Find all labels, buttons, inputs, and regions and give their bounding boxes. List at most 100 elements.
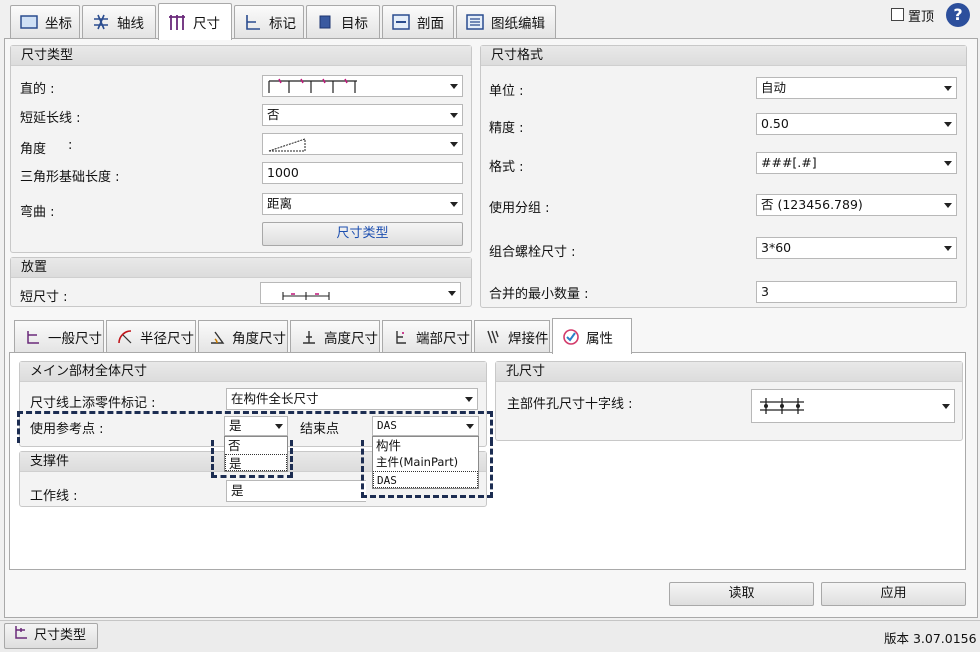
- subtab-weld[interactable]: 焊接件: [474, 320, 550, 352]
- chevron-down-icon: [448, 291, 456, 296]
- chevron-down-icon: [450, 84, 458, 89]
- unit-value: 自动: [761, 80, 787, 95]
- tab-dimension[interactable]: 尺寸: [158, 3, 232, 40]
- tab-label: 坐标: [45, 16, 72, 32]
- apply-button[interactable]: 应用: [821, 582, 966, 606]
- angle-colon: :: [68, 138, 73, 153]
- status-dim-type-button[interactable]: 尺寸类型: [4, 623, 98, 649]
- group-title: 孔尺寸: [496, 362, 962, 382]
- status-button-label: 尺寸类型: [34, 628, 87, 643]
- subtab-properties[interactable]: 属性: [552, 318, 632, 354]
- subtab-height[interactable]: 高度尺寸: [290, 320, 380, 352]
- hole-cross-style-icon: [760, 398, 804, 414]
- section-icon: [391, 13, 411, 31]
- tab-coordinate[interactable]: 坐标: [10, 5, 80, 38]
- subtab-label: 一般尺寸: [48, 330, 102, 347]
- properties-icon: [561, 328, 581, 346]
- read-button-label: 读取: [728, 586, 755, 601]
- min-merge-input[interactable]: 3: [756, 281, 957, 303]
- unit-combo[interactable]: 自动: [756, 77, 957, 99]
- tab-label: 尺寸: [193, 16, 220, 32]
- bolt-value: 3*60: [761, 240, 792, 255]
- dim-line-combo[interactable]: 在构件全长尺寸: [226, 388, 478, 410]
- group-value: 否 (123456.789): [761, 197, 863, 212]
- subtab-angle[interactable]: 角度尺寸: [198, 320, 288, 352]
- format-combo[interactable]: ###[.#]: [756, 152, 957, 174]
- subtab-label: 高度尺寸: [324, 330, 378, 347]
- height-dim-icon: [299, 328, 319, 346]
- angle-style-icon: [268, 138, 306, 152]
- group-title: 尺寸类型: [11, 46, 471, 66]
- chevron-down-icon: [450, 113, 458, 118]
- straight-label: 直的 :: [20, 82, 55, 97]
- help-button[interactable]: ?: [946, 3, 970, 27]
- precision-value: 0.50: [761, 116, 789, 131]
- subtab-label: 端部尺寸: [416, 330, 470, 347]
- dropdown-option[interactable]: 否: [225, 437, 287, 454]
- unit-label: 单位 :: [489, 84, 524, 99]
- tab-label: 轴线: [117, 16, 144, 32]
- coordinate-icon: [19, 13, 39, 31]
- subtab-general[interactable]: 一般尺寸: [14, 320, 104, 352]
- dropdown-option[interactable]: 构件: [373, 437, 478, 454]
- bend-combo[interactable]: 距离: [262, 193, 463, 215]
- short-ext-combo[interactable]: 否: [262, 104, 463, 126]
- subtab-end[interactable]: 端部尺寸: [382, 320, 472, 352]
- subtab-label: 角度尺寸: [232, 330, 286, 347]
- group-title: 尺寸格式: [481, 46, 966, 66]
- subtab-label: 半径尺寸: [140, 330, 194, 347]
- hole-cross-combo[interactable]: [751, 389, 955, 423]
- weld-icon: [483, 328, 503, 346]
- tab-mark[interactable]: 标记: [234, 5, 304, 38]
- straight-dim-style-icon: [268, 78, 357, 93]
- group-combo[interactable]: 否 (123456.789): [756, 194, 957, 216]
- angle-dim-icon: [207, 328, 227, 346]
- tab-drawing-edit[interactable]: 图纸编辑: [456, 5, 556, 38]
- subtab-label: 焊接件: [508, 330, 549, 347]
- subtab-radius[interactable]: 半径尺寸: [106, 320, 196, 352]
- tab-label: 目标: [341, 16, 368, 32]
- bend-label: 弯曲 :: [20, 205, 55, 220]
- tri-base-value: 1000: [267, 165, 299, 180]
- tri-base-input[interactable]: 1000: [262, 162, 463, 184]
- dropdown-option[interactable]: DAS: [373, 471, 478, 488]
- chevron-down-icon: [944, 203, 952, 208]
- short-dim-combo[interactable]: [260, 282, 461, 304]
- pin-checkbox[interactable]: [891, 8, 904, 21]
- dropdown-option[interactable]: 主件(MainPart): [373, 454, 478, 471]
- angle-combo[interactable]: [262, 133, 463, 155]
- precision-label: 精度 :: [489, 121, 524, 136]
- tab-target[interactable]: 目标: [306, 5, 380, 38]
- chevron-down-icon: [944, 161, 952, 166]
- tri-base-label: 三角形基础长度 :: [20, 170, 120, 185]
- group-label: 使用分组 :: [489, 201, 550, 216]
- dim-type-button[interactable]: 尺寸类型: [262, 222, 463, 246]
- short-dim-style-icon: [282, 292, 330, 300]
- bolt-combo[interactable]: 3*60: [756, 237, 957, 259]
- tab-section[interactable]: 剖面: [382, 5, 454, 38]
- dropdown-option[interactable]: 是: [225, 454, 287, 471]
- end-point-dropdown: 构件 主件(MainPart) DAS: [372, 436, 479, 489]
- chevron-down-icon: [465, 397, 473, 402]
- bend-value: 距离: [267, 196, 293, 211]
- precision-combo[interactable]: 0.50: [756, 113, 957, 135]
- tab-label: 剖面: [417, 16, 444, 32]
- dimension-icon: [167, 13, 187, 31]
- general-dim-icon: [23, 328, 43, 346]
- work-line-combo[interactable]: 是: [226, 480, 366, 502]
- short-ext-label: 短延长线 :: [20, 111, 81, 126]
- chevron-down-icon: [944, 86, 952, 91]
- tab-axis[interactable]: 轴线: [82, 5, 156, 38]
- straight-dim-combo[interactable]: [262, 75, 463, 97]
- hole-cross-label: 主部件孔尺寸十字线 :: [507, 397, 633, 412]
- tab-label: 标记: [269, 16, 296, 32]
- short-ext-value: 否: [267, 107, 280, 122]
- tab-label: 图纸编辑: [491, 16, 545, 32]
- dim-type-button-label: 尺寸类型: [336, 226, 389, 241]
- pin-label: 置顶: [908, 10, 935, 25]
- radius-icon: [115, 328, 135, 346]
- read-button[interactable]: 读取: [669, 582, 814, 606]
- end-dim-icon: [391, 328, 411, 346]
- mark-icon: [243, 13, 263, 31]
- chevron-down-icon: [944, 246, 952, 251]
